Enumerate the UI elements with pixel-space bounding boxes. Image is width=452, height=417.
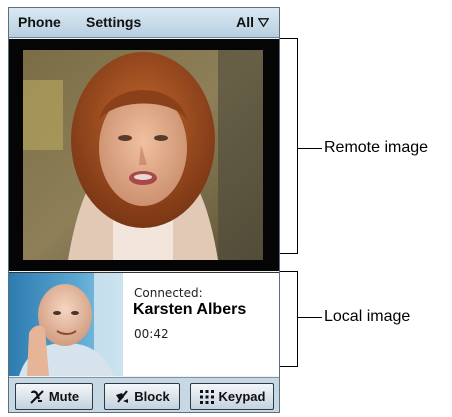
menu-phone[interactable]: Phone bbox=[18, 14, 61, 30]
keypad-button[interactable]: Keypad bbox=[190, 383, 274, 410]
keypad-icon bbox=[199, 389, 214, 404]
remote-image bbox=[23, 50, 263, 260]
filter-label: All bbox=[236, 14, 254, 30]
call-toolbar: Mute Block Keypad bbox=[9, 377, 279, 412]
phone-window: Phone Settings All Connected: Karsten Al… bbox=[8, 7, 280, 413]
block-video-icon bbox=[116, 389, 129, 403]
menu-bar: Phone Settings All bbox=[9, 8, 279, 38]
block-label: Block bbox=[134, 389, 170, 404]
local-image-leader-line bbox=[298, 317, 322, 318]
mute-label: Mute bbox=[48, 389, 80, 404]
mute-icon bbox=[30, 389, 44, 404]
local-image-bracket bbox=[280, 271, 298, 367]
remote-image-bracket bbox=[280, 38, 298, 254]
remote-image-leader-line bbox=[298, 148, 322, 149]
chevron-down-icon bbox=[258, 17, 269, 27]
keypad-label: Keypad bbox=[218, 389, 266, 404]
filter-dropdown[interactable]: All bbox=[236, 14, 269, 30]
mute-button[interactable]: Mute bbox=[15, 383, 93, 410]
remote-image-callout: Remote image bbox=[324, 139, 429, 156]
call-status: Connected: bbox=[134, 286, 203, 300]
local-image-callout: Local image bbox=[324, 308, 411, 325]
remote-video-area bbox=[9, 39, 279, 271]
caller-name: Karsten Albers bbox=[133, 301, 247, 318]
menu-settings[interactable]: Settings bbox=[86, 14, 141, 30]
call-info-panel: Connected: Karsten Albers 00:42 bbox=[9, 272, 279, 376]
call-duration: 00:42 bbox=[134, 327, 169, 341]
local-image-graphic bbox=[9, 273, 123, 376]
remote-image-graphic bbox=[23, 50, 263, 260]
local-image bbox=[9, 273, 123, 376]
block-button[interactable]: Block bbox=[104, 383, 180, 410]
